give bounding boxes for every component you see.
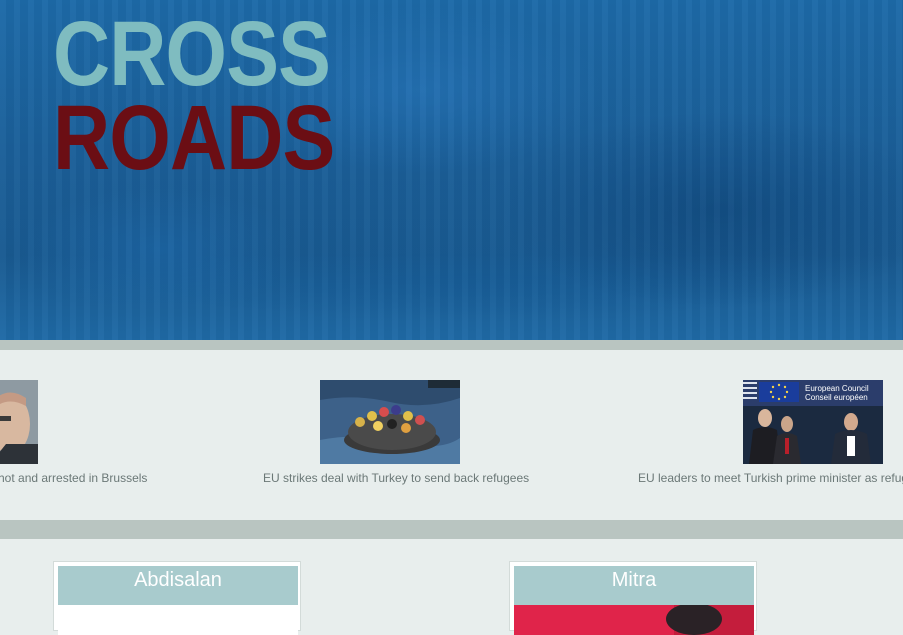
profile-photo[interactable] xyxy=(58,605,298,635)
news-thumbnail[interactable]: European Council Conseil européen xyxy=(743,380,883,464)
news-thumbnail[interactable] xyxy=(320,380,460,464)
site-logo[interactable]: CROSS ROADS xyxy=(53,3,380,189)
svg-text:European Council: European Council xyxy=(805,384,869,393)
refugee-boat-photo xyxy=(320,380,460,464)
profile-photo[interactable] xyxy=(514,605,754,635)
profile-name[interactable]: Abdisalan xyxy=(58,566,298,605)
news-caption[interactable]: EU leaders to meet Turkish prime ministe… xyxy=(638,471,903,485)
section-divider xyxy=(0,340,903,350)
section-divider xyxy=(0,520,903,539)
profile-name[interactable]: Mitra xyxy=(514,566,754,605)
european-council-photo: European Council Conseil européen xyxy=(743,380,883,464)
news-caption[interactable]: hot and arrested in Brussels xyxy=(0,471,147,485)
profile-photo-image xyxy=(58,605,298,635)
portrait-photo xyxy=(0,380,38,464)
logo-roads-text: ROADS xyxy=(53,87,335,189)
news-caption[interactable]: EU strikes deal with Turkey to send back… xyxy=(263,471,529,485)
news-carousel: hot and arrested in Brussels EU strikes … xyxy=(0,350,903,520)
news-thumbnail[interactable] xyxy=(0,380,38,464)
profile-card[interactable]: Mitra xyxy=(509,561,757,635)
profile-card[interactable]: Abdisalan xyxy=(53,561,301,635)
profile-photo-image xyxy=(514,605,754,635)
logo-cross-text: CROSS xyxy=(53,3,331,105)
hero-banner: CROSS ROADS xyxy=(0,0,903,340)
svg-text:Conseil européen: Conseil européen xyxy=(805,393,868,402)
